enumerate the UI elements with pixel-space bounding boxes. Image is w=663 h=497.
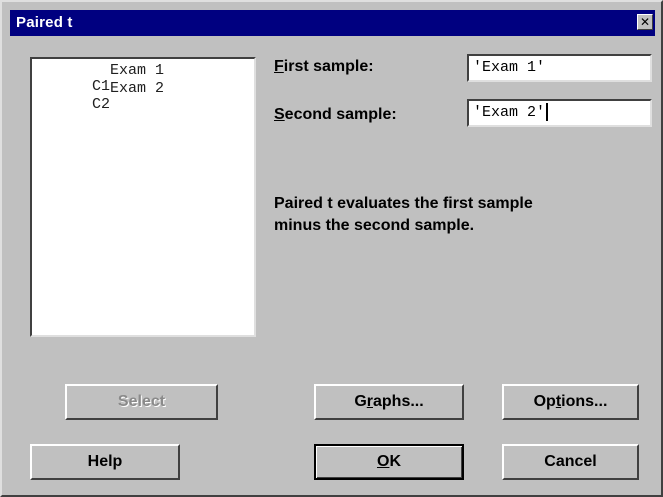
list-item[interactable]: C2 Exam 2 <box>38 81 164 113</box>
paired-t-dialog: Paired t ✕ C1 Exam 1 C2 Exam 2 First sam… <box>0 0 663 497</box>
help-button[interactable]: Help <box>30 444 180 480</box>
second-sample-label-text: econd sample: <box>284 106 397 123</box>
title-bar[interactable]: Paired t ✕ <box>10 10 655 36</box>
ok-button-label: OK <box>376 453 401 470</box>
dialog-title: Paired t <box>16 14 73 31</box>
second-sample-label: Second sample: <box>274 106 397 124</box>
variable-list[interactable]: C1 Exam 1 C2 Exam 2 <box>30 57 256 337</box>
first-sample-value: 'Exam 1' <box>473 59 546 76</box>
variable-name: Exam 1 <box>110 62 165 79</box>
variable-column: C2 <box>92 96 111 113</box>
description-line: Paired t evaluates the first sample <box>274 195 533 212</box>
options-button-label: Options... <box>533 393 608 410</box>
first-sample-label-text: irst sample: <box>283 58 374 75</box>
graphs-button-label: Graphs... <box>354 393 424 410</box>
first-sample-label: First sample: <box>274 58 374 76</box>
ok-button[interactable]: OK <box>314 444 464 480</box>
help-button-label: Help <box>87 453 123 470</box>
cancel-button-label: Cancel <box>544 453 597 470</box>
second-sample-value: 'Exam 2' <box>473 104 546 121</box>
first-sample-field[interactable]: 'Exam 1' <box>467 54 652 82</box>
cancel-button[interactable]: Cancel <box>502 444 639 480</box>
description-line: minus the second sample. <box>274 217 475 234</box>
graphs-button[interactable]: Graphs... <box>314 384 464 420</box>
first-sample-mnemonic: F <box>274 58 284 75</box>
select-button[interactable]: Select <box>65 384 218 420</box>
list-item[interactable]: C1 Exam 1 <box>38 63 164 95</box>
variable-name: Exam 2 <box>110 80 165 97</box>
options-button[interactable]: Options... <box>502 384 639 420</box>
text-caret <box>546 103 549 122</box>
second-sample-field[interactable]: 'Exam 2' <box>467 99 652 127</box>
description-text: Paired t evaluates the first sample minu… <box>274 193 634 237</box>
select-button-label: Select <box>117 393 166 410</box>
second-sample-mnemonic: S <box>274 106 285 123</box>
close-icon[interactable]: ✕ <box>637 14 653 30</box>
